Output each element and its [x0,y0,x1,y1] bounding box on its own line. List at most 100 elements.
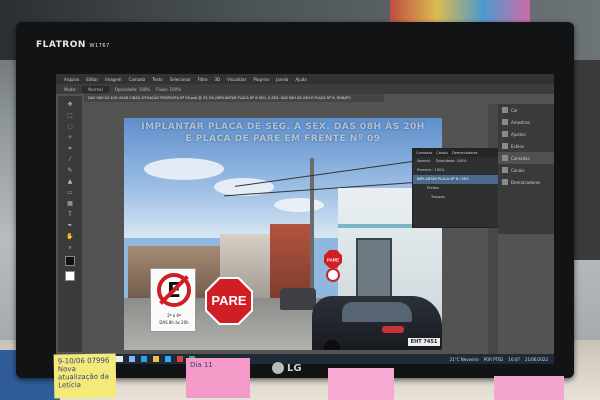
channels-icon [502,167,508,173]
file-explorer-icon[interactable] [153,356,159,362]
task-view-icon[interactable] [129,356,135,362]
flow-field[interactable]: Fluxo: 100% [156,87,181,92]
weather-status[interactable]: 21°C Nevoeiro [450,357,479,362]
stop-sign-small: PARE [324,250,342,268]
mode-label: Modo: [64,86,77,92]
document-tab[interactable]: DAS 08H ÀS 20H USAR CINZA SITUAÇÃO PROPO… [84,94,384,102]
tools-panel: ✥ ⬚ ◌ ✧ ⌗ ⁄ ✎ ▲ ▭ ▦ T ✒ ✋ ⌕ [58,96,82,352]
menu-item-texto[interactable]: Texto [152,77,163,82]
magic-wand-tool-icon[interactable]: ✧ [63,135,77,141]
layer-fill-field[interactable]: Preench.: 100% [417,166,445,175]
eyedropper-tool-icon[interactable]: ⁄ [63,157,77,163]
text-tool-icon[interactable]: T [63,212,77,218]
cloud [274,198,324,212]
panel-styles[interactable]: Estilos [498,140,554,152]
monitor-brand: FLATRON W1767 [36,40,110,50]
clock-date[interactable]: 21/06/2022 [525,357,548,362]
layers-panel: Camadas Canais Demarcadores Normal Opaci… [412,148,508,228]
photoshop-icon[interactable] [165,356,171,362]
panel-label: Cor [511,107,518,113]
swatches-icon [502,119,508,125]
opacity-field[interactable]: Opacidade: 100% [115,87,151,92]
eraser-tool-icon[interactable]: ▭ [63,190,77,196]
panel-dock-icons [488,104,498,354]
panel-label: Camadas [511,155,530,161]
tab-paths[interactable]: Demarcadores [452,149,478,157]
distant-car [280,288,316,310]
move-tool-icon[interactable]: ✥ [63,102,77,108]
cloud [144,158,224,180]
styles-icon [502,143,508,149]
sticky-note-pink-1: Dia 11 [186,358,250,398]
lg-logo: LG [272,362,302,374]
model-name: W1767 [89,43,110,49]
menu-item-editar[interactable]: Editar [86,77,98,82]
panel-swatches[interactable]: Amostras [498,116,554,128]
marquee-tool-icon[interactable]: ⬚ [63,113,77,119]
layers-fill-row: Preench.: 100% [413,166,507,175]
background-chair [570,60,600,260]
menu-item-imagem[interactable]: Imagem [105,77,121,82]
sticky-note-yellow: 9-10/06 07996 Nova atualização da Letíci… [53,353,117,399]
layers-blend-row: Normal Opacidade: 100% [413,157,507,166]
menu-item-plugins[interactable]: Plug-ins [253,77,269,82]
background-color-swatch[interactable] [65,271,75,281]
blend-mode-select[interactable]: Normal [417,157,430,166]
panel-label: Estilos [511,143,524,149]
menu-item-filtro[interactable]: Filtro [198,77,208,82]
car-window [342,302,412,322]
menu-item-visualizar[interactable]: Visualizar [227,77,246,82]
panel-layers[interactable]: Camadas [498,152,554,164]
paths-icon [502,179,508,185]
options-bar: Modo: Normal Opacidade: 100% Fluxo: 100% [56,84,554,94]
layer-selected-name: IMPLANTAR PLACA Nº 6 / SEG. [417,177,470,181]
layer-item[interactable]: Efeitos [413,184,507,193]
no-parking-sign-small [326,268,340,282]
panel-label: Demarcadores [511,179,541,185]
panel-label: Canais [511,167,525,173]
menu-item-selecionar[interactable]: Selecionar [170,77,191,82]
pen-tool-icon[interactable]: ✒ [63,223,77,229]
hand-tool-icon[interactable]: ✋ [63,234,77,240]
panel-adjustments[interactable]: Ajustes [498,128,554,140]
lasso-tool-icon[interactable]: ◌ [63,124,77,130]
stop-sign: PARE [204,276,254,326]
panel-color[interactable]: Cor [498,104,554,116]
panel-paths[interactable]: Demarcadores [498,176,554,188]
menu-item-janela[interactable]: Janela [276,77,288,82]
menu-item-3d[interactable]: 3D [215,77,221,82]
panel-channels[interactable]: Canais [498,164,554,176]
right-panel-strip: Cor Amostras Ajustes Estilos Camadas Can… [498,104,554,234]
menu-item-ajuda[interactable]: Ajuda [295,77,306,82]
tab-layers[interactable]: Camadas [416,149,432,157]
menu-bar: Arquivo Editar Imagem Camada Texto Selec… [56,74,554,84]
layer-selected[interactable]: IMPLANTAR PLACA Nº 6 / SEG. [413,175,507,184]
brush-tool-icon[interactable]: ✎ [63,168,77,174]
menu-item-camada[interactable]: Camada [129,77,146,82]
menu-item-arquivo[interactable]: Arquivo [64,77,79,82]
layer-item[interactable]: Traçado [413,193,507,202]
mode-select[interactable]: Normal [82,85,109,93]
license-plate: EHT 7451 [408,338,440,346]
stamp-tool-icon[interactable]: ▲ [63,179,77,185]
crop-tool-icon[interactable]: ⌗ [63,146,77,152]
foreground-color-swatch[interactable] [65,256,75,266]
panel-label: Ajustes [511,131,526,137]
layers-tabs: Camadas Canais Demarcadores [413,149,507,157]
lg-logo-text: LG [287,363,302,374]
pdf-reader-icon[interactable] [177,356,183,362]
svg-text:PARE: PARE [327,257,339,262]
language-indicator[interactable]: POR PTB2 [484,357,504,362]
background-poster [390,0,530,22]
car-taillight [382,326,404,333]
zoom-tool-icon[interactable]: ⌕ [63,245,77,251]
gradient-tool-icon[interactable]: ▦ [63,201,77,207]
layer-opacity-field[interactable]: Opacidade: 100% [436,157,467,166]
layer-item-label: Efeitos [427,186,439,190]
clock-time[interactable]: 16:07 [508,357,520,362]
tab-channels[interactable]: Canais [436,149,448,157]
adjustments-icon [502,131,508,137]
document-canvas[interactable]: EHT 7451 PARE IMPLANTAR PLACA DE SEG. A … [124,118,442,350]
panel-label: Amostras [511,119,530,125]
edge-browser-icon[interactable] [141,356,147,362]
